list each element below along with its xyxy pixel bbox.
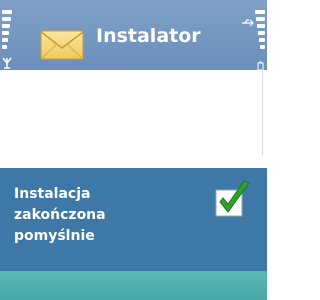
scrollbar-track xyxy=(262,70,263,155)
confirmation-message: Instalacja zakończona pomyślnie xyxy=(14,184,106,247)
content-area xyxy=(0,70,267,155)
confirmation-note: Instalacja zakończona pomyślnie xyxy=(0,168,267,271)
message-line: pomyślnie xyxy=(14,228,95,244)
battery-level-indicator xyxy=(255,10,265,50)
title-bar: Instalator xyxy=(0,0,267,71)
checkmark-icon xyxy=(213,180,253,226)
message-line: Instalacja xyxy=(14,186,91,202)
app-title: Instalator xyxy=(96,25,201,47)
message-line: zakończona xyxy=(14,207,106,223)
usb-icon xyxy=(241,12,255,31)
envelope-icon xyxy=(40,28,84,64)
softkey-bar xyxy=(0,271,267,300)
signal-strength-indicator xyxy=(2,10,12,50)
